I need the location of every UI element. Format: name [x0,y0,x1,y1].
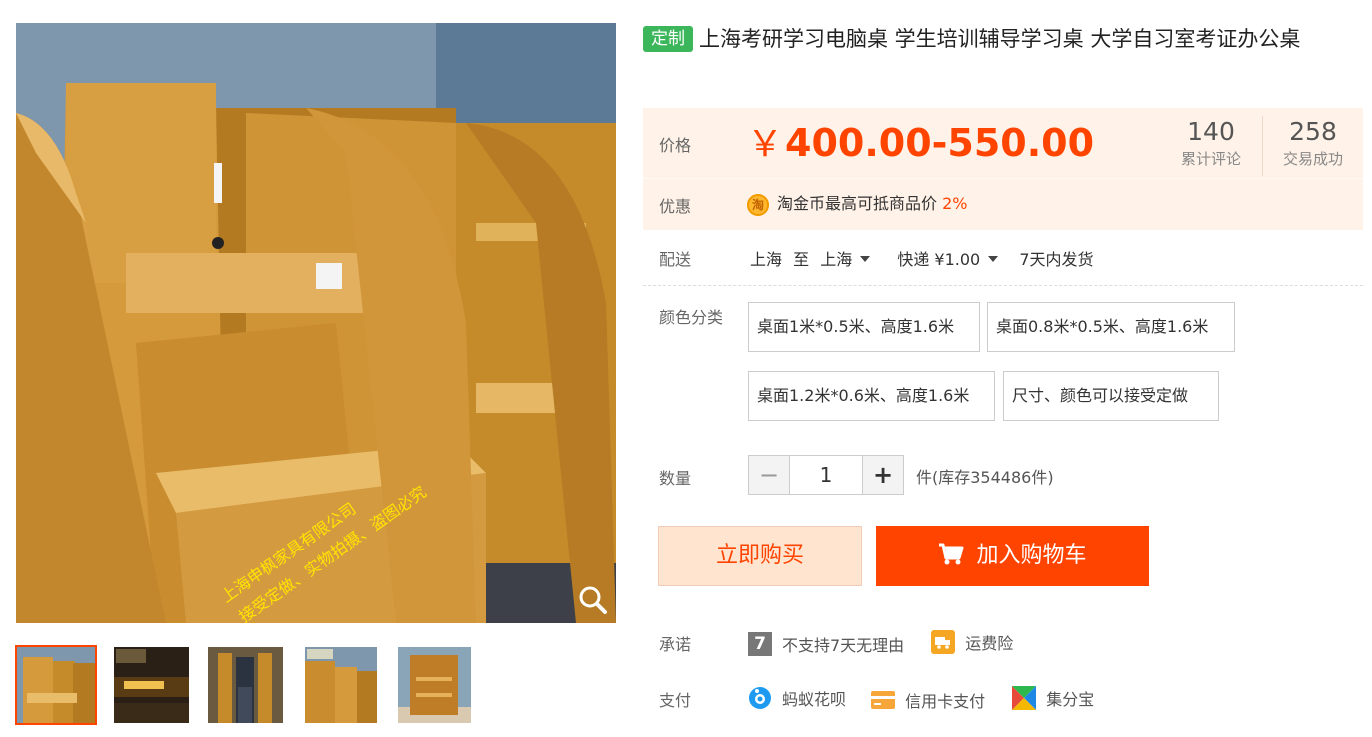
payment-label: 支付 [659,691,692,710]
quantity-stepper: − 1 + [748,455,904,495]
option-desk-1x0.5[interactable]: 桌面1米*0.5米、高度1.6米 [748,302,980,352]
seven-day-icon: 7 [748,632,772,656]
option-desk-1.2x0.6[interactable]: 桌面1.2米*0.6米、高度1.6米 [748,371,995,421]
credit-card-payment[interactable]: 信用卡支付 [871,688,985,712]
delivery-from: 上海 [750,250,783,269]
main-product-image[interactable]: 上海申枫家具有限公司 接受定做、实物拍摄、盗图必究 [16,23,616,623]
jifenbao-payment[interactable]: 集分宝 [1012,686,1094,710]
sales-stat: 258 交易成功 [1267,116,1359,170]
stock-text: 件(库存354486件) [916,468,1054,487]
no-return-text: 不支持7天无理由 [782,636,905,655]
promo-label: 优惠 [659,197,692,216]
taojinbi-coin-icon: 淘 [747,193,769,216]
price-divider [643,178,1363,179]
price-label: 价格 [659,136,692,155]
shopping-cart-icon [939,543,964,565]
section-divider [643,285,1363,286]
huabei-text: 蚂蚁花呗 [782,690,847,709]
promo-percent: 2% [942,194,968,213]
truck-icon [931,630,956,654]
delivery-row: 上海 至 上海 快递 ¥1.00 7天内发货 [750,246,1094,270]
payment-row: 蚂蚁花呗 信用卡支付 集分宝 [748,686,1094,714]
promise-row: 7 不支持7天无理由 运费险 [748,630,1013,656]
reviews-stat[interactable]: 140 累计评论 [1165,116,1257,170]
stat-divider [1262,116,1263,176]
product-title-block: 定制 上海考研学习电脑桌 学生培训辅导学习桌 大学自习室考证办公桌 [643,24,1363,54]
delivery-label: 配送 [659,250,692,269]
chevron-down-icon [860,256,871,262]
thumbnail-5[interactable] [398,647,476,723]
credit-card-text: 信用卡支付 [905,692,986,711]
zoom-icon[interactable] [576,583,610,617]
promo-row: 淘淘金币最高可抵商品价 2% [747,190,968,216]
thumbnail-1[interactable] [15,645,97,725]
jifenbao-icon [1012,686,1037,710]
currency-symbol: ￥ [747,124,784,165]
delivery-to-word: 至 [793,250,810,269]
huabei-icon [748,686,772,710]
quantity-label: 数量 [659,469,692,488]
sales-label: 交易成功 [1282,150,1343,168]
price-panel: 价格 ￥400.00-550.00 140 累计评论 258 交易成功 优惠 淘… [643,108,1363,230]
reviews-label: 累计评论 [1180,150,1241,168]
quantity-increase-button[interactable]: + [863,456,903,494]
shipping-insurance-text: 运费险 [965,634,1014,653]
quantity-decrease-button[interactable]: − [749,456,789,494]
thumbnail-3[interactable] [208,647,286,723]
quantity-input[interactable]: 1 [789,456,863,494]
add-to-cart-button[interactable]: 加入购物车 [876,526,1149,586]
delivery-to-value: 上海 [820,250,853,269]
delivery-to-select[interactable]: 上海 [820,250,871,269]
shipping-method-value: 快递 ¥1.00 [897,250,981,269]
shipping-method-select[interactable]: 快递 ¥1.00 [897,250,999,269]
reviews-count: 140 [1187,117,1235,146]
price-value: 400.00-550.00 [785,121,1095,165]
price-range: ￥400.00-550.00 [747,118,1094,170]
option-custom-size-color[interactable]: 尺寸、颜色可以接受定做 [1003,371,1219,421]
jifenbao-text: 集分宝 [1046,690,1095,709]
credit-card-icon [871,688,896,712]
option-desk-0.8x0.5[interactable]: 桌面0.8米*0.5米、高度1.6米 [987,302,1235,352]
custom-tag-badge: 定制 [643,26,693,52]
sales-count: 258 [1289,117,1337,146]
promise-label: 承诺 [659,635,692,654]
thumbnail-4[interactable] [305,647,383,723]
ship-time: 7天内发货 [1019,250,1094,269]
chevron-down-icon [988,256,999,262]
promo-text: 淘金币最高可抵商品价 [777,194,938,213]
shipping-insurance-service[interactable]: 运费险 [931,630,1013,654]
no-return-service[interactable]: 7 不支持7天无理由 [748,632,904,656]
product-title: 上海考研学习电脑桌 学生培训辅导学习桌 大学自习室考证办公桌 [699,27,1301,51]
options-label: 颜色分类 [659,308,724,327]
thumbnail-2[interactable] [114,647,192,723]
buy-now-button[interactable]: 立即购买 [658,526,862,586]
add-to-cart-label: 加入购物车 [976,543,1087,568]
huabei-payment[interactable]: 蚂蚁花呗 [748,686,846,710]
